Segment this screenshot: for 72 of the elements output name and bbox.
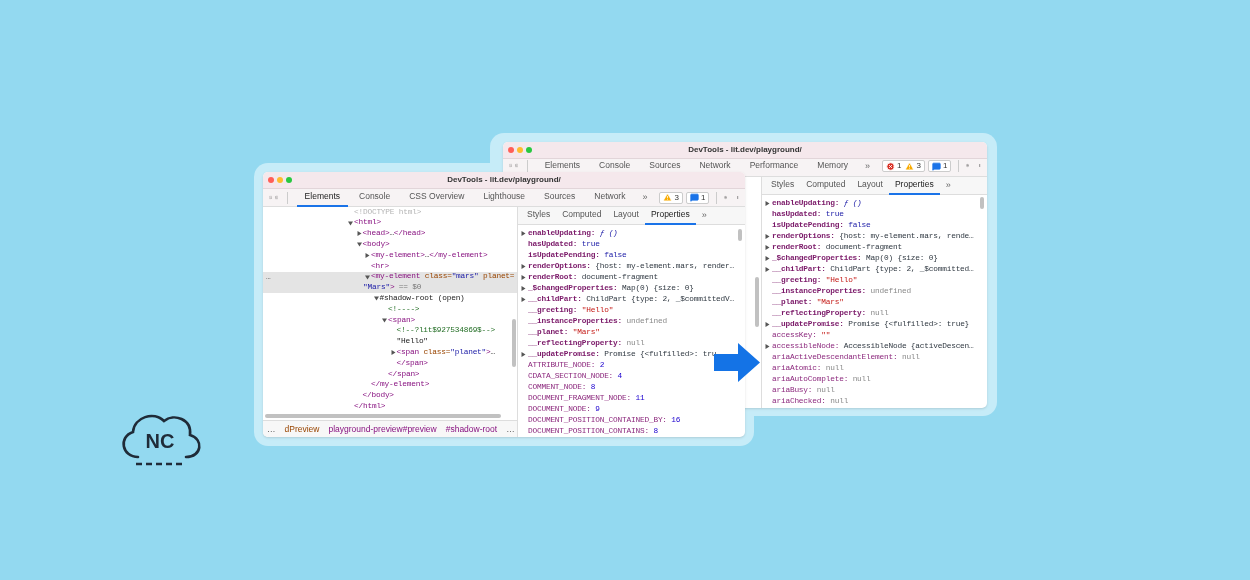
expand-triangle-icon[interactable] (521, 275, 526, 280)
right-arrow-icon (714, 343, 760, 382)
issue-counter-button[interactable]: 1 (927, 160, 952, 172)
panel-tab[interactable]: Network (586, 188, 634, 207)
breadcrumb-item[interactable]: playground-preview#preview (328, 422, 437, 436)
logo-text: NC (144, 430, 176, 452)
sidebar-tab[interactable]: Properties (888, 176, 940, 195)
panel-tab[interactable]: Sources (641, 160, 689, 171)
expand-triangle-icon[interactable] (765, 344, 770, 349)
expand-triangle-icon[interactable] (356, 231, 362, 237)
expand-triangle-icon[interactable] (765, 322, 770, 327)
window-title: DevTools - lit.dev/playground/ (687, 144, 803, 156)
breadcrumb-item[interactable]: … (267, 422, 276, 436)
issue-count: 1 (700, 191, 706, 204)
expand-triangle-icon[interactable] (521, 231, 526, 236)
message-icon (931, 161, 941, 171)
expand-triangle-icon[interactable] (521, 297, 526, 302)
sidebar-tab[interactable]: Layout (851, 176, 889, 195)
message-icon (689, 193, 699, 202)
issue-count: 3 (916, 160, 921, 172)
panel-tab[interactable]: Lighthouse (475, 188, 534, 207)
issue-counter-button[interactable]: 3 (659, 191, 683, 204)
sidebar-tab[interactable]: Styles (765, 176, 801, 195)
issue-counter-button[interactable]: 1 3 (882, 160, 925, 172)
panel-tab[interactable]: Elements (536, 160, 589, 171)
expand-triangle-icon[interactable] (521, 352, 526, 357)
panel-tab[interactable]: CSS Overview (401, 188, 473, 207)
breadcrumb-item[interactable]: dPreview (284, 422, 320, 436)
collapse-triangle-icon[interactable] (373, 296, 379, 302)
scrollbar-thumb[interactable] (755, 277, 759, 327)
issue-count: 1 (897, 160, 902, 172)
more-tabs-chevron[interactable]: » (636, 190, 654, 205)
expand-triangle-icon[interactable] (521, 286, 526, 291)
issue-count: 1 (942, 160, 948, 172)
expand-triangle-icon[interactable] (765, 256, 770, 261)
window-controls-icon[interactable] (508, 147, 532, 153)
breadcrumb-item[interactable]: … (506, 422, 515, 436)
collapse-triangle-icon[interactable] (356, 242, 362, 248)
issue-counter-button[interactable]: 1 (685, 191, 710, 204)
panel-tab[interactable]: Sources (536, 188, 584, 207)
panel-tab[interactable]: Memory (809, 160, 856, 171)
panel-tab[interactable]: Network (691, 160, 739, 171)
sidebar-tab[interactable]: Layout (607, 206, 645, 225)
issue-count: 3 (674, 191, 679, 204)
panel-tab[interactable]: Performance (741, 160, 807, 171)
scrollbar-thumb[interactable] (512, 319, 516, 367)
sidebar-tab[interactable]: Styles (521, 206, 557, 225)
expand-triangle-icon[interactable] (365, 253, 370, 259)
sidebar-tab[interactable]: Properties (644, 206, 696, 225)
expand-triangle-icon[interactable] (390, 350, 396, 356)
collapse-triangle-icon[interactable] (365, 274, 370, 280)
more-tabs-chevron[interactable]: » (939, 178, 957, 193)
expand-triangle-icon[interactable] (765, 201, 770, 206)
sidebar-tab[interactable]: Computed (800, 176, 852, 195)
collapse-triangle-icon[interactable] (382, 317, 387, 323)
scrollbar-thumb[interactable] (265, 414, 501, 418)
scrollbar-thumb[interactable] (738, 229, 742, 241)
warning-icon (663, 193, 673, 202)
expand-triangle-icon[interactable] (765, 234, 770, 239)
window-controls-icon[interactable] (268, 177, 292, 183)
sidebar-tab[interactable]: Computed (556, 206, 608, 225)
panel-tab[interactable]: Console (351, 188, 399, 207)
breadcrumb-item[interactable]: #shadow-root (445, 422, 498, 436)
expand-triangle-icon[interactable] (765, 267, 770, 272)
panel-tab[interactable]: Console (591, 160, 639, 171)
more-tabs-chevron[interactable]: » (859, 160, 876, 174)
more-tabs-chevron[interactable]: » (695, 208, 713, 223)
window-title: DevTools - lit.dev/playground/ (446, 174, 562, 186)
scrollbar-thumb[interactable] (980, 197, 984, 209)
collapse-triangle-icon[interactable] (348, 220, 353, 226)
expand-triangle-icon[interactable] (765, 245, 770, 250)
expand-triangle-icon[interactable] (521, 264, 526, 269)
